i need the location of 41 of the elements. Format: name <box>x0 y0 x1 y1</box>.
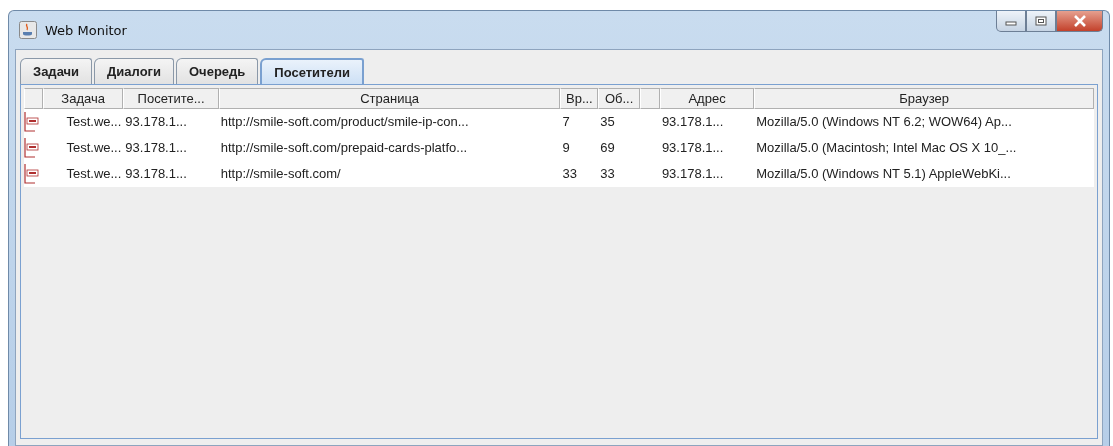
table-cell-text: 69 <box>599 139 616 157</box>
table-cell-text: Mozilla/5.0 (Windows NT 6.2; WOW64) Ap... <box>755 113 1013 131</box>
column-header[interactable]: Задача <box>42 88 124 109</box>
table-cell-text: 93.178.1... <box>124 165 188 183</box>
tab[interactable]: Диалоги <box>94 58 174 84</box>
column-header[interactable]: Об... <box>598 88 640 109</box>
table-cell-text: http://smile-soft.com/ <box>219 165 342 183</box>
tab[interactable]: Посетители <box>260 58 364 84</box>
maximize-icon <box>1035 16 1047 26</box>
column-header[interactable]: Страница <box>218 88 561 109</box>
table-cell-text: http://smile-soft.com/prepaid-cards-platfo... <box>219 139 469 157</box>
column-header[interactable]: Адрес <box>659 88 755 109</box>
table-cell-text: 93.178.1... <box>660 165 725 183</box>
table-cell-text: 7 <box>561 113 571 131</box>
table-cell-text: Test.we... <box>65 165 123 183</box>
close-icon <box>1072 15 1087 27</box>
column-header[interactable]: Вр... <box>560 88 599 109</box>
table-cell-text: 35 <box>599 113 616 131</box>
table-cell-text: 93.178.1... <box>124 113 188 131</box>
table-cell-text: 93.178.1... <box>124 139 188 157</box>
maximize-button[interactable] <box>1026 11 1056 32</box>
table-cell-text: Test.we... <box>65 139 123 157</box>
table-cell-text: 9 <box>561 139 571 157</box>
coffee-cup-icon <box>19 21 37 39</box>
tab[interactable]: Очередь <box>176 58 259 84</box>
table-cell-text: 93.178.1... <box>660 139 725 157</box>
column-header[interactable]: Посетите... <box>123 88 219 109</box>
column-header[interactable] <box>24 88 43 109</box>
table-cell-text: Test.we... <box>65 113 123 131</box>
table-cell-text: 93.178.1... <box>660 113 725 131</box>
close-button[interactable] <box>1056 11 1103 32</box>
column-header[interactable]: Браузер <box>754 88 1094 109</box>
column-header[interactable] <box>640 88 660 109</box>
window-title: Web Monitor <box>45 22 127 38</box>
minimize-button[interactable] <box>996 11 1026 32</box>
table-cell-text: Mozilla/5.0 (Windows NT 5.1) AppleWebKi... <box>755 165 1012 183</box>
table-cell-text: 33 <box>599 165 616 183</box>
tab[interactable]: Задачи <box>20 58 93 84</box>
table-cell-text: 33 <box>561 165 578 183</box>
table-cell-text: http://smile-soft.com/product/smile-ip-con... <box>219 113 470 131</box>
table-cell-text: Mozilla/5.0 (Macintosh; Intel Mac OS X 10_... <box>755 139 1018 157</box>
